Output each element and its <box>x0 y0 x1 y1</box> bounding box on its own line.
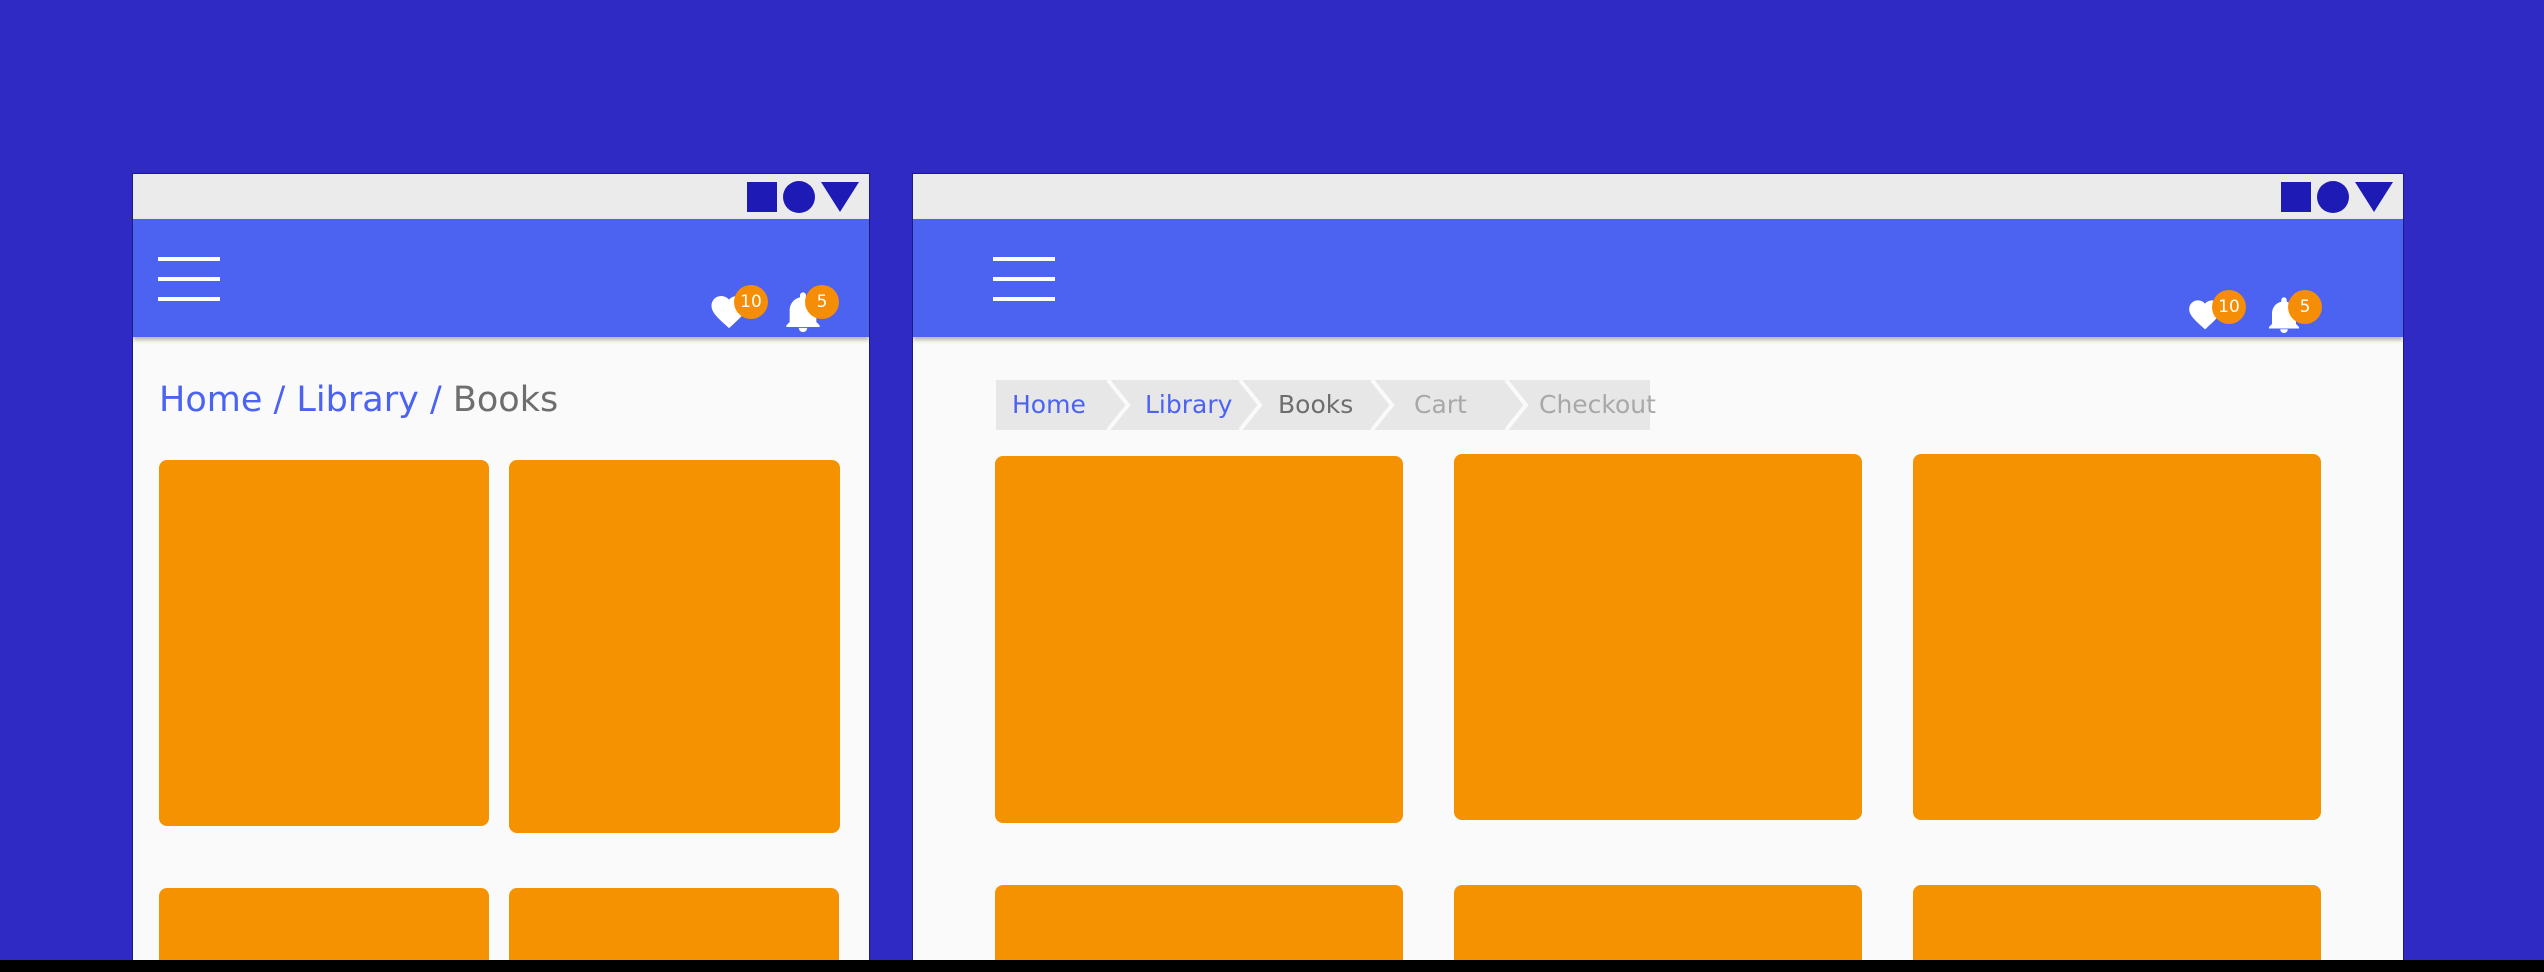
book-card[interactable] <box>509 460 840 833</box>
notifications-button[interactable]: 5 <box>783 285 839 340</box>
chevron-right-icon <box>1238 380 1263 430</box>
book-card[interactable] <box>995 885 1403 960</box>
breadcrumb-library-link[interactable]: Library <box>1145 380 1232 430</box>
app-bar: 10 5 <box>133 219 869 337</box>
chevron-right-icon <box>1504 380 1529 430</box>
notifications-count-badge: 5 <box>2288 290 2322 324</box>
breadcrumb-cart[interactable]: Cart <box>1414 380 1467 430</box>
breadcrumb-books[interactable]: Books <box>1278 380 1353 430</box>
bottom-edge-bar <box>0 960 2544 972</box>
desktop-device-frame: 10 5 Home Library Books Cart Checkout <box>913 174 2403 960</box>
status-bar <box>913 174 2403 219</box>
breadcrumb: Home / Library / Books <box>159 380 558 420</box>
book-card[interactable] <box>159 888 489 960</box>
status-bar <box>133 174 869 219</box>
status-icons <box>747 180 859 214</box>
book-card[interactable] <box>1913 885 2321 960</box>
status-icons <box>2281 180 2393 214</box>
book-card[interactable] <box>1454 885 1862 960</box>
breadcrumb-current: Books <box>452 380 559 420</box>
book-card[interactable] <box>1454 454 1862 820</box>
book-card[interactable] <box>509 888 839 960</box>
favorites-count-badge: 10 <box>2212 290 2246 324</box>
notifications-count-badge: 5 <box>805 285 839 319</box>
app-bar: 10 5 <box>913 219 2403 337</box>
chevron-right-icon <box>1370 380 1395 430</box>
hamburger-menu-icon[interactable] <box>158 257 220 301</box>
breadcrumb-separator: / <box>273 380 297 420</box>
circle-icon <box>783 181 815 213</box>
book-card[interactable] <box>995 456 1403 823</box>
hamburger-menu-icon[interactable] <box>993 257 1055 301</box>
square-icon <box>2281 182 2311 212</box>
breadcrumb-separator: / <box>429 380 453 420</box>
triangle-icon <box>821 182 859 212</box>
breadcrumb-home-link[interactable]: Home <box>159 380 262 420</box>
triangle-icon <box>2355 182 2393 212</box>
breadcrumb-home-link[interactable]: Home <box>1012 380 1086 430</box>
breadcrumb-steps: Home Library Books Cart Checkout <box>996 380 1656 430</box>
notifications-button[interactable]: 5 <box>2266 290 2322 345</box>
breadcrumb-checkout[interactable]: Checkout <box>1539 380 1656 430</box>
favorites-button[interactable]: 10 <box>2186 290 2246 345</box>
breadcrumb-library-link[interactable]: Library <box>296 380 418 420</box>
favorites-count-badge: 10 <box>734 285 768 319</box>
favorites-button[interactable]: 10 <box>708 285 768 340</box>
mobile-device-frame: 10 5 Home / Library / Books <box>133 174 869 960</box>
book-card[interactable] <box>159 460 489 826</box>
square-icon <box>747 182 777 212</box>
book-card[interactable] <box>1913 454 2321 820</box>
chevron-right-icon <box>1106 380 1131 430</box>
circle-icon <box>2317 181 2349 213</box>
